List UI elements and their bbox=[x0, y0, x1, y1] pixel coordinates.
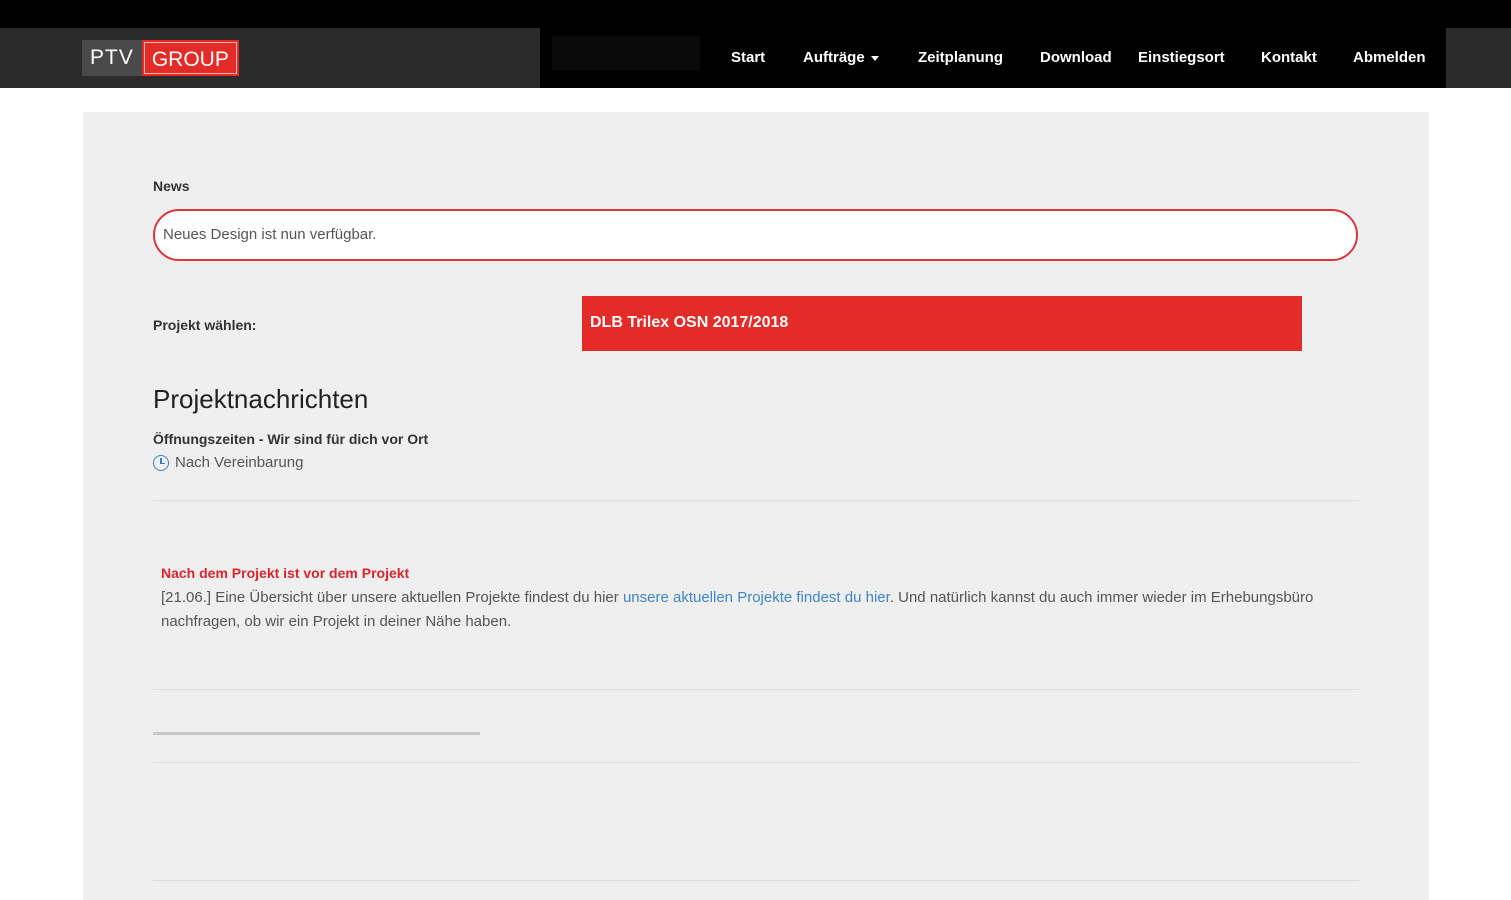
top-black-strip bbox=[0, 0, 1511, 28]
opening-hours-title: Öffnungszeiten - Wir sind für dich vor O… bbox=[153, 431, 429, 447]
logo-ptv: PTV bbox=[82, 40, 142, 76]
caret-down-icon bbox=[870, 55, 879, 61]
nav-einstiegsort[interactable]: Einstiegsort bbox=[1138, 28, 1225, 88]
opening-hours: Nach Vereinbarung bbox=[153, 454, 303, 471]
navbar-search-area bbox=[552, 36, 700, 70]
divider bbox=[153, 689, 1359, 690]
nav-auftraege[interactable]: Aufträge bbox=[803, 28, 879, 88]
navbar: PTV GROUP Start Aufträge Zeitplanung Dow… bbox=[0, 28, 1511, 88]
brand-zone bbox=[0, 28, 540, 88]
nav-kontakt[interactable]: Kontakt bbox=[1261, 28, 1317, 88]
logo-group: GROUP bbox=[141, 40, 239, 76]
nav-abmelden[interactable]: Abmelden bbox=[1353, 28, 1426, 88]
short-rule bbox=[153, 732, 480, 735]
project-select[interactable]: DLB Trilex OSN 2017/2018 bbox=[582, 296, 1302, 351]
clock-icon bbox=[153, 454, 169, 471]
divider bbox=[153, 500, 1359, 501]
project-select-label: Projekt wählen: bbox=[153, 317, 257, 333]
nav-auftraege-label: Aufträge bbox=[803, 49, 865, 66]
ptv-group-logo[interactable]: PTV GROUP bbox=[82, 40, 239, 76]
content-panel: News Neues Design ist nun verfügbar. Pro… bbox=[83, 112, 1429, 900]
nav-download[interactable]: Download bbox=[1040, 28, 1112, 88]
message-body: [21.06.] Eine Übersicht über unsere aktu… bbox=[161, 586, 1341, 634]
nav-zeitplanung[interactable]: Zeitplanung bbox=[918, 28, 1003, 88]
opening-hours-value: Nach Vereinbarung bbox=[175, 454, 304, 471]
divider bbox=[153, 880, 1359, 881]
section-title: Projektnachrichten bbox=[153, 384, 369, 414]
nav-start[interactable]: Start bbox=[731, 28, 765, 88]
navbar-right-zone bbox=[1446, 28, 1511, 88]
message-text-before: [21.06.] Eine Übersicht über unsere aktu… bbox=[161, 589, 619, 606]
news-label: News bbox=[153, 178, 190, 194]
projects-link[interactable]: unsere aktuellen Projekte findest du hie… bbox=[623, 589, 890, 606]
divider bbox=[153, 762, 1359, 763]
news-box: Neues Design ist nun verfügbar. bbox=[153, 209, 1358, 261]
message-title: Nach dem Projekt ist vor dem Projekt bbox=[161, 565, 410, 581]
